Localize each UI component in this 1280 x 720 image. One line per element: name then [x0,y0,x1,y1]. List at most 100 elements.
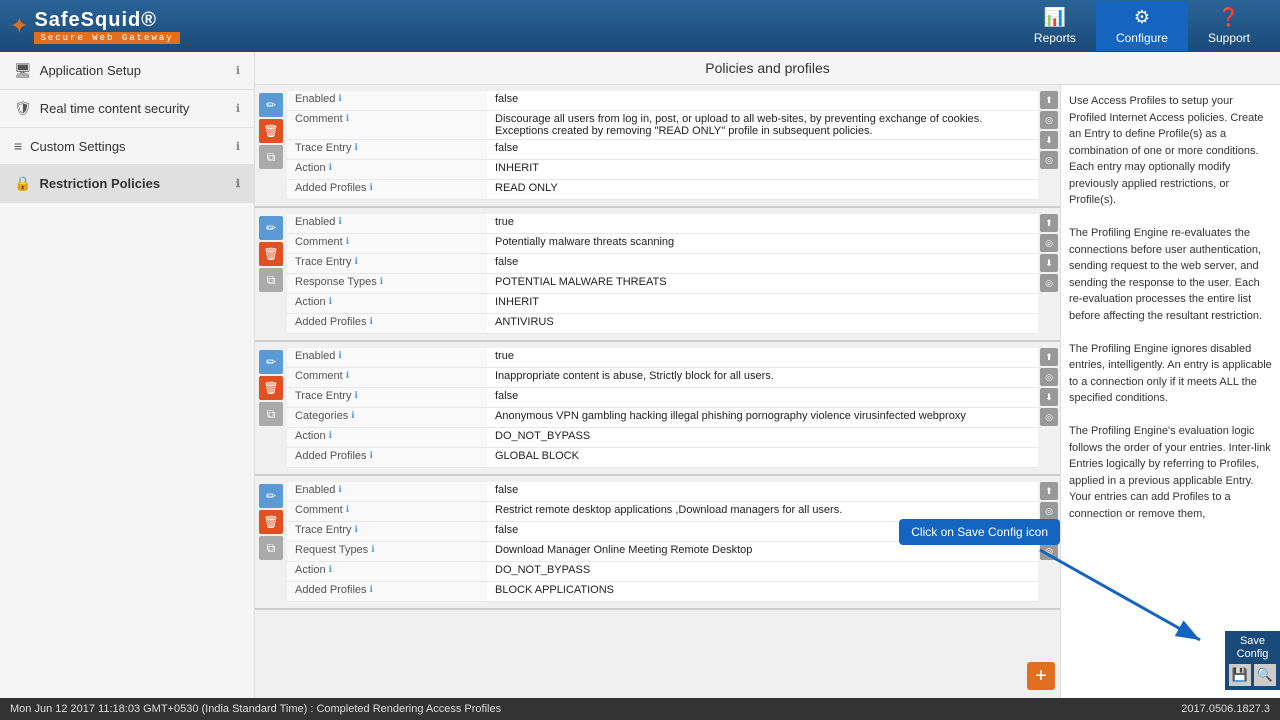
info-icon[interactable]: ℹ [329,430,332,441]
field-key: Comment ℹ [287,502,487,521]
field-val: GLOBAL BLOCK [487,448,1038,467]
field-val: false [487,91,1038,110]
policy-actions-2: ✏ 🗑 ⧉ [255,212,287,336]
configure-label: Configure [1116,31,1168,45]
nav-support[interactable]: ❓ Support [1188,1,1270,51]
table-row: Comment ℹ Inappropriate content is abuse… [287,368,1038,388]
field-key: Action ℹ [287,160,487,179]
sidebar-item-restriction[interactable]: 🔒 Restriction Policies ℹ [0,165,254,203]
info-icon[interactable]: ℹ [351,410,354,421]
field-key: Comment ℹ [287,368,487,387]
table-row: Action ℹ INHERIT [287,294,1038,314]
app-setup-icon: 🖥 [14,62,32,79]
info-text-4: The Profiling Engine's evaluation logic … [1069,423,1272,522]
info-icon[interactable]: ℹ [346,370,349,381]
status-bar: Mon Jun 12 2017 11:18:03 GMT+0530 (India… [0,698,1280,720]
info-icon[interactable]: ℹ [371,544,374,555]
edit-button-2[interactable]: ✏ [259,216,283,240]
field-val: INHERIT [487,160,1038,179]
scroll-target2-btn-1[interactable]: ◎ [1040,151,1058,169]
scroll-target2-btn-2[interactable]: ◎ [1040,274,1058,292]
header: ✦ SafeSquid® Secure Web Gateway 📊 Report… [0,0,1280,52]
status-right: 2017.0506.1827.3 [1181,703,1270,715]
edit-button-4[interactable]: ✏ [259,484,283,508]
info-icon[interactable]: ℹ [346,236,349,247]
table-row: Added Profiles ℹ GLOBAL BLOCK [287,448,1038,468]
edit-button-1[interactable]: ✏ [259,93,283,117]
info-icon[interactable]: ℹ [338,484,341,495]
scroll-down-btn-1[interactable]: ⬇ [1040,131,1058,149]
info-icon[interactable]: ℹ [338,350,341,361]
info-panel: Use Access Profiles to setup your Profil… [1060,85,1280,698]
info-icon[interactable]: ℹ [370,450,373,461]
info-icon[interactable]: ℹ [354,524,357,535]
scroll-target-btn-2[interactable]: ◎ [1040,234,1058,252]
info-icon[interactable]: ℹ [380,276,383,287]
save-search-button[interactable]: 🔍 [1254,664,1276,686]
policy-data-1: Enabled ℹ false Comment ℹ Discourage all… [287,89,1038,202]
scroll-col-1: ⬆ ◎ ⬇ ◎ [1038,89,1060,202]
edit-button-3[interactable]: ✏ [259,350,283,374]
scroll-target-btn-1[interactable]: ◎ [1040,111,1058,129]
info-icon[interactable]: ℹ [338,93,341,104]
field-val: Anonymous VPN gambling hacking illegal p… [487,408,1038,427]
field-val: READ ONLY [487,180,1038,199]
scroll-top-btn-3[interactable]: ⬆ [1040,348,1058,366]
copy-button-3[interactable]: ⧉ [259,402,283,426]
tooltip-text: Click on Save Config icon [911,525,1048,539]
sidebar-item-app-setup[interactable]: 🖥 Application Setup ℹ [0,52,254,90]
info-icon[interactable]: ℹ [354,142,357,153]
scroll-top-btn-1[interactable]: ⬆ [1040,91,1058,109]
field-key: Enabled ℹ [287,214,487,233]
field-key: Added Profiles ℹ [287,180,487,199]
field-key: Trace Entry ℹ [287,140,487,159]
table-area[interactable]: ✏ 🗑 ⧉ Enabled ℹ false Comment ℹ Discoura… [255,85,1060,698]
info-icon[interactable]: ℹ [329,564,332,575]
sidebar-item-custom[interactable]: ≡ Custom Settings ℹ [0,128,254,165]
sidebar-item-label: Real time content security [40,101,190,116]
nav-configure[interactable]: ⚙ Configure [1096,1,1188,51]
sidebar-item-label: Application Setup [40,63,141,78]
field-val: Inappropriate content is abuse, Strictly… [487,368,1038,387]
field-key: Trace Entry ℹ [287,522,487,541]
info-icon[interactable]: ℹ [329,296,332,307]
table-row: Added Profiles ℹ READ ONLY [287,180,1038,200]
info-icon[interactable]: ℹ [346,504,349,515]
scroll-down-btn-2[interactable]: ⬇ [1040,254,1058,272]
save-disk-button[interactable]: 💾 [1229,664,1251,686]
field-val: false [487,388,1038,407]
content-area: ✏ 🗑 ⧉ Enabled ℹ false Comment ℹ Discoura… [255,85,1280,698]
scroll-target-btn-3[interactable]: ◎ [1040,368,1058,386]
delete-button-3[interactable]: 🗑 [259,376,283,400]
scroll-down-btn-3[interactable]: ⬇ [1040,388,1058,406]
info-icon[interactable]: ℹ [338,216,341,227]
delete-button-2[interactable]: 🗑 [259,242,283,266]
field-val: false [487,254,1038,273]
table-row: Action ℹ INHERIT [287,160,1038,180]
scroll-target-btn-4[interactable]: ◎ [1040,502,1058,520]
info-icon[interactable]: ℹ [370,316,373,327]
scroll-top-btn-4[interactable]: ⬆ [1040,482,1058,500]
field-val: Potentially malware threats scanning [487,234,1038,253]
add-policy-button[interactable]: + [1027,662,1055,690]
field-val: false [487,140,1038,159]
info-icon[interactable]: ℹ [354,256,357,267]
copy-button-4[interactable]: ⧉ [259,536,283,560]
copy-button-1[interactable]: ⧉ [259,145,283,169]
delete-button-1[interactable]: 🗑 [259,119,283,143]
sidebar-item-label: Custom Settings [30,139,125,154]
field-val: INHERIT [487,294,1038,313]
field-key: Enabled ℹ [287,348,487,367]
main-content: Policies and profiles ✏ 🗑 ⧉ Enabled ℹ fa… [255,52,1280,698]
scroll-top-btn-2[interactable]: ⬆ [1040,214,1058,232]
info-icon[interactable]: ℹ [346,113,349,124]
info-icon[interactable]: ℹ [370,584,373,595]
nav-reports[interactable]: 📊 Reports [1014,1,1096,51]
scroll-target2-btn-3[interactable]: ◎ [1040,408,1058,426]
sidebar-item-realtime[interactable]: 🛡 Real time content security ℹ [0,90,254,128]
info-icon[interactable]: ℹ [329,162,332,173]
copy-button-2[interactable]: ⧉ [259,268,283,292]
delete-button-4[interactable]: 🗑 [259,510,283,534]
info-icon[interactable]: ℹ [354,390,357,401]
info-icon[interactable]: ℹ [370,182,373,193]
